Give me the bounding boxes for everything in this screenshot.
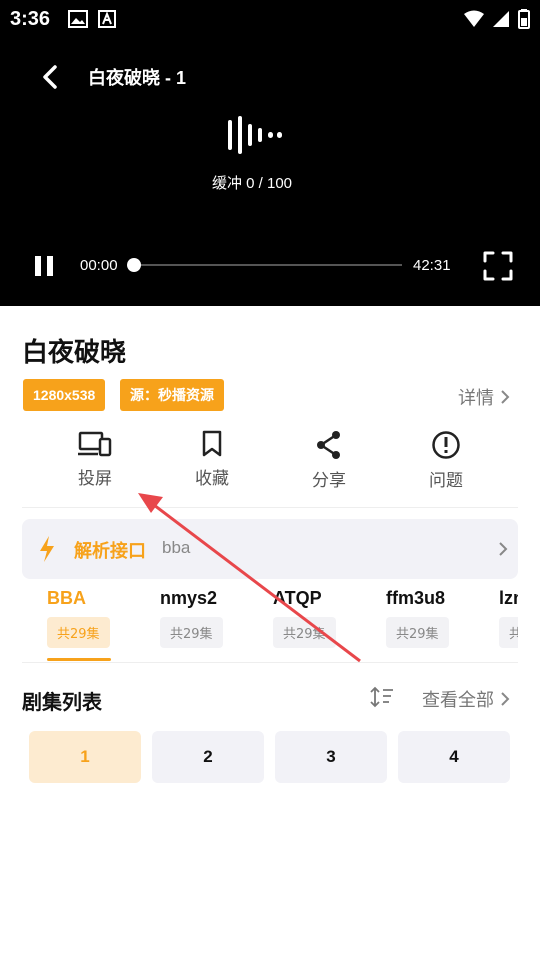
favorite-label: 收藏 xyxy=(195,469,229,489)
episode-button-1[interactable]: 1 xyxy=(29,731,141,783)
chevron-right-icon xyxy=(499,542,508,556)
episode-button-4[interactable]: 4 xyxy=(398,731,510,783)
bookmark-icon xyxy=(202,430,222,457)
lightning-icon xyxy=(40,536,54,562)
source-name: ATQP xyxy=(273,588,322,608)
cast-button[interactable]: 投屏 xyxy=(55,430,135,489)
source-count: 共29集 xyxy=(273,617,336,648)
seek-thumb[interactable] xyxy=(127,258,141,272)
source-name: ffm3u8 xyxy=(386,588,446,608)
pause-icon[interactable] xyxy=(33,255,55,277)
font-notification-icon xyxy=(98,10,116,28)
source-tab-atqp[interactable]: ATQP 共29集 xyxy=(273,588,336,648)
source-tabs: BBA 共29集 nmys2 共29集 ATQP 共29集 ffm3u8 共29… xyxy=(0,588,518,662)
fullscreen-icon[interactable] xyxy=(483,251,513,281)
source-tag: 源：秒播资源 xyxy=(120,379,224,411)
parse-label: 解析接口 xyxy=(74,541,146,562)
image-notification-icon xyxy=(68,10,88,28)
source-name: nmys2 xyxy=(160,588,218,608)
report-button[interactable]: 问题 xyxy=(406,430,486,491)
source-count: 共29集 xyxy=(386,617,449,648)
video-player[interactable]: 3:36 白夜破晓 - 1 缓冲 0 / 100 00:00 42:31 xyxy=(0,0,540,306)
resolution-tag: 1280x538 xyxy=(23,379,106,411)
parse-interface-selector[interactable]: 解析接口 bba xyxy=(22,519,518,579)
source-count: 共29集 xyxy=(160,617,223,648)
details-link[interactable]: 详情 xyxy=(458,384,510,410)
divider xyxy=(22,507,518,508)
source-tab-lzm[interactable]: lzm 共29集 xyxy=(499,588,518,648)
divider xyxy=(22,662,518,663)
current-time: 00:00 xyxy=(80,257,118,274)
source-tab-nmys2[interactable]: nmys2 共29集 xyxy=(160,588,223,648)
buffering-status: 缓冲 0 / 100 xyxy=(211,175,293,192)
battery-icon xyxy=(518,9,530,29)
chevron-right-icon xyxy=(501,390,510,404)
details-label: 详情 xyxy=(458,388,494,409)
source-name: lzm xyxy=(499,588,518,608)
video-title: 白夜破晓 xyxy=(22,337,127,367)
total-time: 42:31 xyxy=(413,257,451,274)
view-all-label: 查看全部 xyxy=(422,690,494,711)
share-icon xyxy=(317,431,340,459)
report-label: 问题 xyxy=(429,471,463,491)
status-time: 3:36 xyxy=(10,8,51,30)
wifi-icon xyxy=(464,10,484,27)
share-label: 分享 xyxy=(312,471,346,491)
sort-icon[interactable] xyxy=(370,686,394,708)
episode-list-title: 剧集列表 xyxy=(22,690,102,714)
share-button[interactable]: 分享 xyxy=(289,430,369,491)
alert-icon xyxy=(432,431,460,459)
cast-icon xyxy=(78,431,112,457)
view-all-link[interactable]: 查看全部 xyxy=(422,686,510,712)
favorite-button[interactable]: 收藏 xyxy=(172,430,252,489)
source-tab-ffm3u8[interactable]: ffm3u8 共29集 xyxy=(386,588,449,648)
player-title: 白夜破晓 - 1 xyxy=(88,68,187,88)
back-arrow-icon[interactable] xyxy=(36,62,66,92)
parse-value: bba xyxy=(162,538,191,557)
status-bar: 3:36 xyxy=(0,0,540,38)
source-name: BBA xyxy=(47,588,86,608)
episode-button-3[interactable]: 3 xyxy=(275,731,387,783)
chevron-right-icon xyxy=(501,692,510,706)
source-count: 共29集 xyxy=(499,617,518,648)
source-tab-bba[interactable]: BBA 共29集 xyxy=(47,588,110,648)
cast-label: 投屏 xyxy=(78,469,112,489)
audio-wave-icon xyxy=(228,116,282,154)
source-count: 共29集 xyxy=(47,617,110,648)
signal-icon xyxy=(493,11,509,27)
seek-bar[interactable] xyxy=(130,264,402,266)
episode-button-2[interactable]: 2 xyxy=(152,731,264,783)
active-tab-indicator xyxy=(47,658,111,661)
